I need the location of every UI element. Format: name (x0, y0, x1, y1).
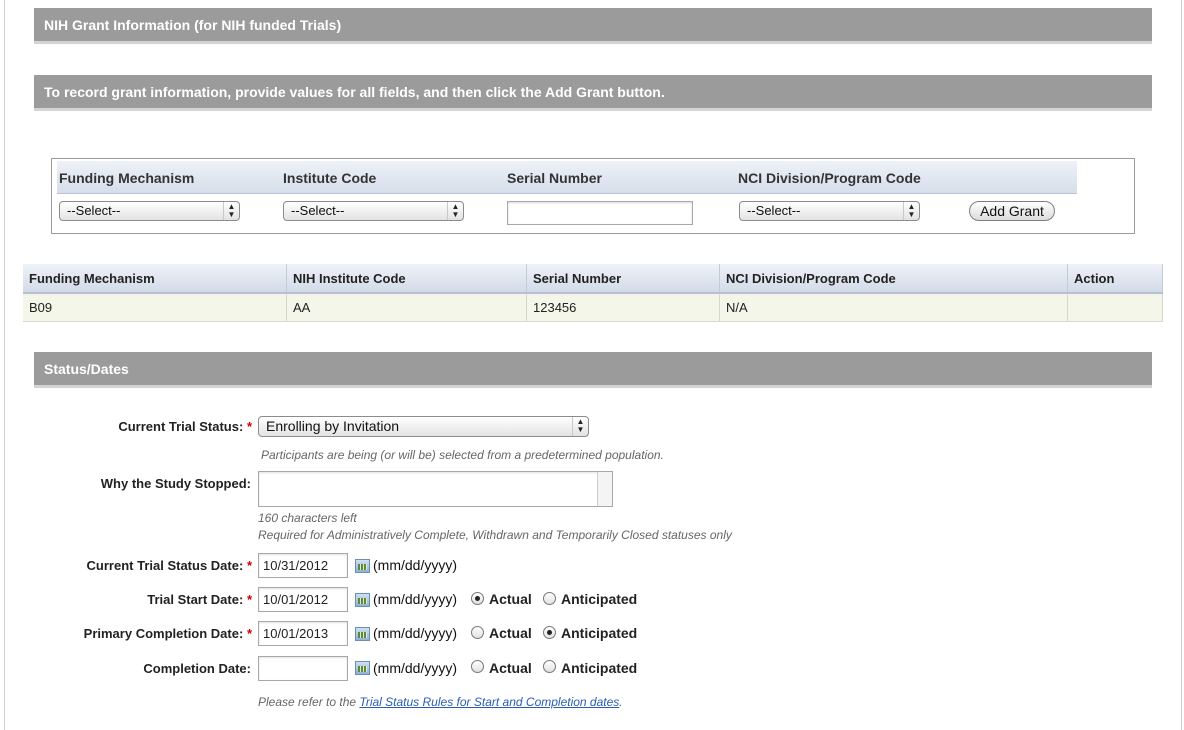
chars-left-text: 160 characters left (258, 511, 357, 525)
date-format-hint: (mm/dd/yyyy) (373, 625, 457, 641)
select-arrows-icon: ▲ ▼ (903, 202, 919, 220)
column-header: Serial Number (526, 264, 720, 294)
trial-status-rules-link[interactable]: Trial Status Rules for Start and Complet… (359, 695, 619, 709)
add-grant-button[interactable]: Add Grant (969, 201, 1055, 221)
trial-status-rules-note: Please refer to the Trial Status Rules f… (258, 695, 623, 709)
nci-division-select-value: --Select-- (747, 203, 801, 218)
form-labels: Current Trial Status: * Why the Study St… (0, 0, 258, 730)
start-actual-radio[interactable] (471, 592, 484, 605)
column-header: NCI Division/Program Code (719, 264, 1068, 294)
nci-division-select[interactable]: --Select-- ▲ ▼ (739, 201, 920, 221)
calendar-icon[interactable] (355, 627, 370, 641)
calendar-icon[interactable] (355, 593, 370, 607)
table-cell: N/A (719, 293, 1068, 322)
completion-actual-radio[interactable] (471, 660, 484, 673)
required-marker: * (246, 626, 252, 641)
trial-start-date-label: Trial Start Date: * (147, 592, 252, 607)
select-arrows-icon: ▲ ▼ (572, 417, 588, 436)
completion-date-input[interactable] (258, 656, 348, 681)
current-status-hint: Participants are being (or will be) sele… (261, 448, 664, 462)
institute-code-header: Institute Code (283, 170, 377, 186)
primary-anticipated-label: Anticipated (561, 625, 638, 641)
start-anticipated-label: Anticipated (561, 591, 638, 607)
calendar-icon[interactable] (355, 559, 370, 573)
institute-code-select[interactable]: --Select-- ▲ ▼ (283, 201, 464, 221)
date-format-hint: (mm/dd/yyyy) (373, 557, 457, 573)
why-stopped-textarea[interactable] (258, 471, 613, 507)
column-header: NIH Institute Code (286, 264, 527, 294)
completion-anticipated-label: Anticipated (561, 660, 638, 676)
current-status-date-input[interactable]: 10/31/2012 (258, 553, 348, 578)
required-marker: * (246, 592, 252, 607)
textarea-scrollbar[interactable] (597, 472, 612, 506)
trial-start-date-input[interactable]: 10/01/2012 (258, 587, 348, 612)
primary-actual-label: Actual (489, 625, 532, 641)
completion-date-label: Completion Date: (143, 661, 251, 676)
completion-anticipated-radio[interactable] (543, 660, 556, 673)
why-stopped-hint: Required for Administratively Complete, … (258, 528, 732, 542)
column-header: Action (1067, 264, 1163, 294)
institute-code-select-value: --Select-- (291, 203, 345, 218)
required-marker: * (246, 558, 252, 573)
date-format-hint: (mm/dd/yyyy) (373, 591, 457, 607)
current-trial-status-select[interactable]: Enrolling by Invitation ▲ ▼ (258, 416, 589, 437)
calendar-icon[interactable] (355, 661, 370, 675)
nci-division-header: NCI Division/Program Code (738, 170, 921, 186)
serial-number-header: Serial Number (507, 170, 602, 186)
primary-anticipated-radio[interactable] (543, 626, 556, 639)
serial-number-input[interactable] (507, 201, 693, 225)
date-format-hint: (mm/dd/yyyy) (373, 660, 457, 676)
select-arrows-icon: ▲ ▼ (447, 202, 463, 220)
table-cell: 123456 (526, 293, 720, 322)
current-trial-status-value: Enrolling by Invitation (266, 418, 400, 434)
table-cell: AA (286, 293, 527, 322)
completion-actual-label: Actual (489, 660, 532, 676)
current-status-date-label: Current Trial Status Date: * (86, 558, 252, 573)
primary-completion-date-input[interactable]: 10/01/2013 (258, 621, 348, 646)
why-stopped-label: Why the Study Stopped: (100, 476, 251, 491)
current-trial-status-label: Current Trial Status: * (118, 419, 252, 434)
primary-completion-date-label: Primary Completion Date: * (83, 626, 252, 641)
start-anticipated-radio[interactable] (543, 592, 556, 605)
primary-actual-radio[interactable] (471, 626, 484, 639)
start-actual-label: Actual (489, 591, 532, 607)
required-marker: * (246, 419, 252, 434)
table-cell (1067, 293, 1163, 322)
